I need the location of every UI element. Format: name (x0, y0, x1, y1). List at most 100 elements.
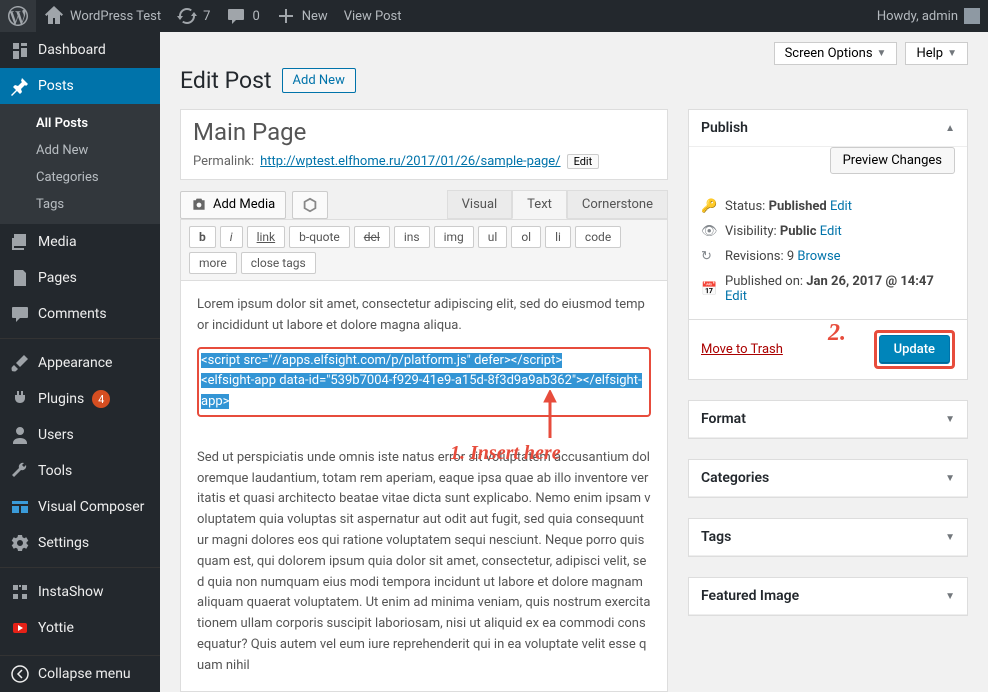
qt-li[interactable]: li (545, 226, 571, 248)
tags-header[interactable]: Tags ▼ (689, 519, 967, 556)
help-button[interactable]: Help ▼ (905, 42, 968, 65)
wp-logo[interactable] (0, 0, 36, 32)
qt-bquote[interactable]: b-quote (289, 226, 350, 248)
help-label: Help (916, 46, 943, 61)
qt-italic[interactable]: i (220, 226, 243, 248)
menu-pages-label: Pages (38, 270, 77, 286)
qt-bold[interactable]: b (189, 226, 216, 248)
view-post-label: View Post (344, 9, 402, 24)
revisions-value: 9 (787, 249, 794, 264)
move-to-trash-link[interactable]: Move to Trash (701, 342, 783, 357)
qt-more[interactable]: more (189, 252, 237, 274)
qt-link[interactable]: link (247, 226, 286, 248)
menu-vc-label: Visual Composer (38, 499, 144, 515)
title-box: Permalink: http://wptest.elfhome.ru/2017… (180, 109, 668, 180)
tab-visual[interactable]: Visual (447, 190, 513, 219)
chevron-down-icon: ▼ (945, 591, 955, 602)
collapse-label: Collapse menu (38, 666, 131, 682)
media-icon (10, 232, 30, 252)
submenu-categories[interactable]: Categories (0, 164, 160, 191)
submenu-all-posts[interactable]: All Posts (0, 110, 160, 137)
calendar-icon: 📅 (701, 282, 717, 297)
permalink-label: Permalink: (193, 154, 254, 169)
qt-ul[interactable]: ul (478, 226, 508, 248)
categories-title: Categories (701, 470, 769, 486)
menu-comments[interactable]: Comments (0, 296, 160, 332)
wordpress-icon (8, 6, 28, 26)
featured-image-header[interactable]: Featured Image ▼ (689, 578, 967, 615)
vc-icon (10, 497, 30, 517)
menu-dashboard-label: Dashboard (38, 42, 106, 58)
menu-media[interactable]: Media (0, 224, 160, 260)
qt-code[interactable]: code (575, 226, 621, 248)
pin-icon (10, 76, 30, 96)
admin-bar: WordPress Test 7 0 New View Post Howdy, … (0, 0, 988, 32)
editor-para1: Lorem ipsum dolor sit amet, consectetur … (197, 297, 645, 333)
categories-header[interactable]: Categories ▼ (689, 460, 967, 497)
menu-appearance[interactable]: Appearance (0, 345, 160, 381)
submenu-add-new[interactable]: Add New (0, 137, 160, 164)
tab-cornerstone[interactable]: Cornerstone (567, 190, 668, 219)
status-edit-link[interactable]: Edit (830, 199, 852, 214)
update-button[interactable]: Update (879, 335, 950, 364)
menu-settings[interactable]: Settings (0, 525, 160, 561)
status-value: Published (769, 199, 827, 214)
menu-tools[interactable]: Tools (0, 453, 160, 489)
comments-link[interactable]: 0 (218, 0, 267, 32)
menu-users[interactable]: Users (0, 417, 160, 453)
screen-options-button[interactable]: Screen Options ▼ (774, 42, 898, 65)
featured-title: Featured Image (701, 588, 799, 604)
screen-options-label: Screen Options (785, 46, 873, 61)
new-label: New (302, 9, 328, 24)
add-media-button[interactable]: Add Media (180, 191, 286, 219)
menu-pages[interactable]: Pages (0, 260, 160, 296)
yottie-icon (10, 618, 30, 638)
camera-icon (191, 197, 207, 213)
qt-del[interactable]: del (354, 226, 390, 248)
add-new-button[interactable]: Add New (282, 68, 356, 93)
collapse-menu[interactable]: Collapse menu (0, 655, 160, 692)
qt-close[interactable]: close tags (241, 252, 316, 274)
comments-icon (10, 304, 30, 324)
menu-dashboard[interactable]: Dashboard (0, 32, 160, 68)
menu-appearance-label: Appearance (38, 355, 112, 371)
howdy-link[interactable]: Howdy, admin (869, 0, 988, 32)
editor-script1: <script src="//apps.elfsight.com/p/platf… (201, 353, 562, 368)
format-title: Format (701, 411, 746, 427)
comments-count: 0 (252, 9, 259, 24)
menu-posts[interactable]: Posts (0, 68, 160, 104)
preview-button[interactable]: Preview Changes (830, 147, 955, 174)
site-name-link[interactable]: WordPress Test (36, 0, 169, 32)
menu-instashow[interactable]: InstaShow (0, 574, 160, 610)
menu-plugins[interactable]: Plugins 4 (0, 381, 160, 417)
page-icon (10, 268, 30, 288)
publish-panel: Publish ▲ Preview Changes 🔑 Status: Publ… (688, 109, 968, 380)
publish-header[interactable]: Publish ▲ (689, 110, 967, 147)
permalink-edit-button[interactable]: Edit (567, 154, 600, 169)
browse-link[interactable]: Browse (797, 249, 840, 264)
editor-textarea[interactable]: Lorem ipsum dolor sit amet, consectetur … (181, 281, 667, 691)
menu-users-label: Users (38, 427, 74, 443)
submenu-tags[interactable]: Tags (0, 191, 160, 218)
qt-img[interactable]: img (434, 226, 474, 248)
format-header[interactable]: Format ▼ (689, 401, 967, 438)
published-edit-link[interactable]: Edit (725, 289, 747, 304)
qt-ol[interactable]: ol (511, 226, 541, 248)
update-highlight: Update (874, 330, 955, 369)
view-post-link[interactable]: View Post (336, 0, 410, 32)
visibility-edit-link[interactable]: Edit (820, 224, 842, 239)
post-title-input[interactable] (181, 110, 667, 154)
menu-plugins-label: Plugins (38, 391, 84, 407)
visibility-label: Visibility: (725, 224, 777, 239)
updates-link[interactable]: 7 (169, 0, 218, 32)
cube-icon (301, 196, 319, 214)
new-link[interactable]: New (268, 0, 336, 32)
menu-yottie[interactable]: Yottie (0, 610, 160, 646)
qt-ins[interactable]: ins (394, 226, 430, 248)
menu-visual-composer[interactable]: Visual Composer (0, 489, 160, 525)
permalink-url[interactable]: http://wptest.elfhome.ru/2017/01/26/samp… (260, 154, 560, 169)
inserted-code-highlight: <script src="//apps.elfsight.com/p/platf… (197, 347, 651, 417)
tab-text[interactable]: Text (512, 190, 567, 219)
add-media-label: Add Media (213, 197, 275, 212)
cube-button[interactable] (292, 191, 328, 219)
